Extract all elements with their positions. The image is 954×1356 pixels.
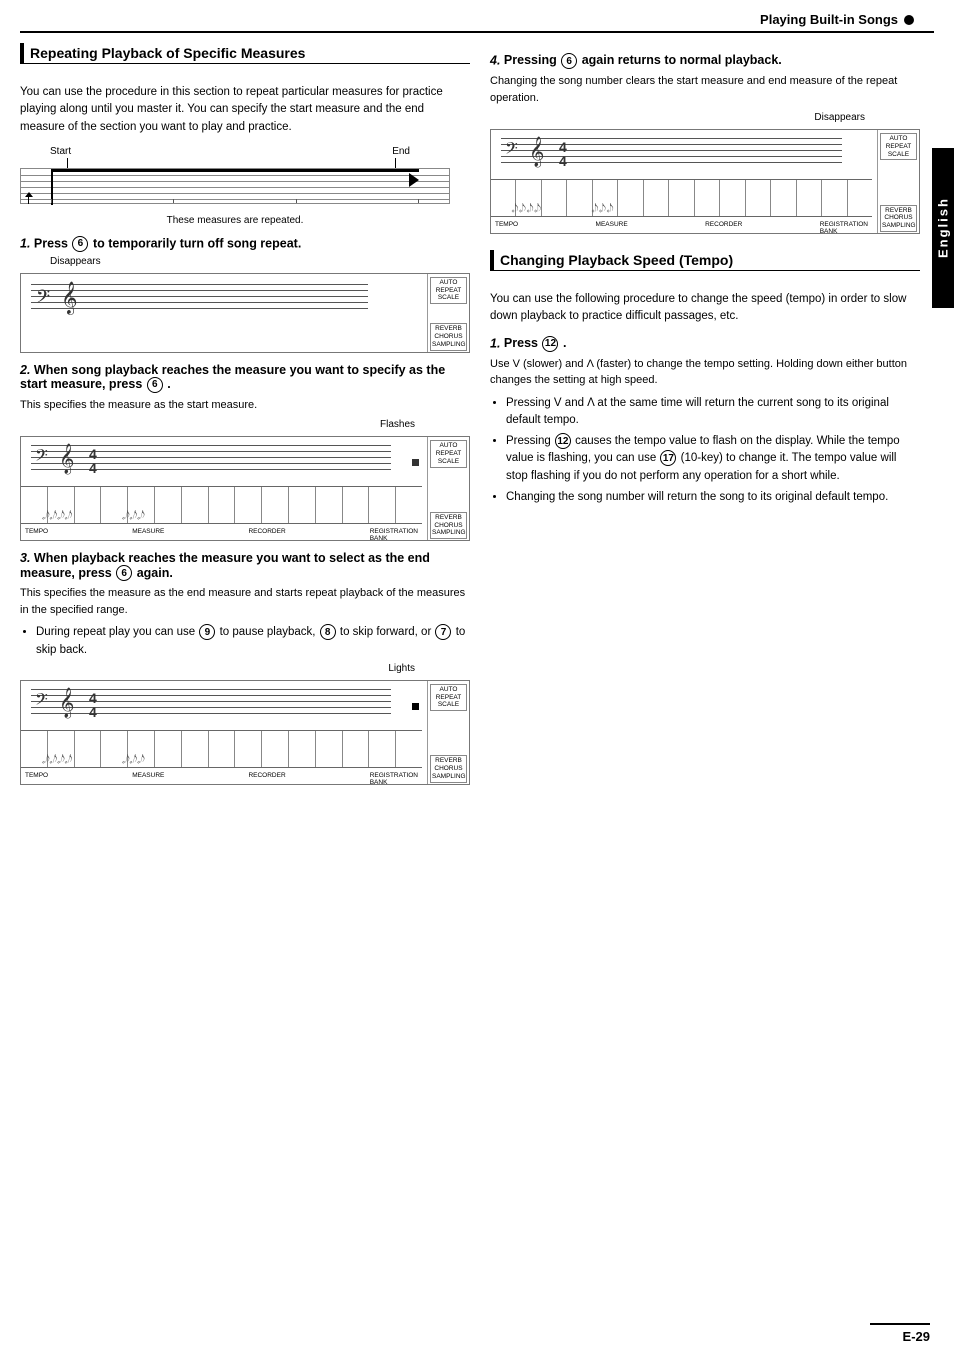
- step2-num: 2.: [20, 363, 30, 377]
- label-these: These measures are repeated.: [20, 215, 450, 226]
- right-column: 4. Pressing 6 again returns to normal pl…: [490, 43, 920, 795]
- step4-sub: Changing the song number clears the star…: [490, 73, 920, 106]
- section2-heading: Changing Playback Speed (Tempo): [490, 250, 920, 271]
- left-column: Repeating Playback of Specific Measures …: [20, 43, 470, 795]
- step3-lights: Lights: [20, 663, 415, 674]
- page-number: E-29: [870, 1323, 930, 1344]
- section1-intro: You can use the procedure in this sectio…: [20, 84, 470, 136]
- step-t1-bullet3: Changing the song number will return the…: [506, 489, 920, 506]
- step3-b1-num1: 9: [199, 624, 215, 640]
- step2-side-reverb: REVERB CHORUS SAMPLING: [430, 512, 467, 539]
- step3-heading: 3. When playback reaches the measure you…: [20, 551, 470, 581]
- step3-bullets: During repeat play you can use 9 to paus…: [36, 624, 470, 659]
- section1-heading: Repeating Playback of Specific Measures: [20, 43, 470, 64]
- sidebar-english-label: English: [932, 148, 954, 308]
- step4-text: Pressing 6 again returns to normal playb…: [504, 53, 782, 67]
- repeat-diagram: Start End: [20, 146, 470, 226]
- section2-intro: You can use the following procedure to c…: [490, 291, 920, 326]
- step2-side-labels: AUTO REPEAT SCALE REVERB CHORUS SAMPLING: [427, 437, 469, 541]
- step4-disappears: Disappears: [490, 112, 865, 123]
- step4-diagram: 𝄢 𝄞 44: [490, 129, 920, 234]
- step1-text-after: to temporarily turn off song repeat.: [93, 236, 301, 250]
- step3-side-auto: AUTO REPEAT SCALE: [430, 684, 467, 711]
- step3-b1-num2: 8: [320, 624, 336, 640]
- step1-circled: 6: [72, 236, 88, 252]
- step2-flashes: Flashes: [20, 419, 415, 430]
- label-end: End: [392, 146, 410, 157]
- step-t1-num: 1.: [490, 336, 500, 350]
- step1-side-labels: AUTO REPEAT SCALE REVERB CHORUS SAMPLING: [427, 274, 469, 353]
- step2-side-auto: AUTO REPEAT SCALE: [430, 440, 467, 467]
- step3-circled: 6: [116, 565, 132, 581]
- step-t1-sub: Use V (slower) and Λ (faster) to change …: [490, 356, 920, 389]
- step3-num: 3.: [20, 551, 30, 565]
- step1-text: Press: [34, 236, 72, 250]
- page-header: Playing Built-in Songs: [20, 8, 934, 33]
- step3-side-reverb: REVERB CHORUS SAMPLING: [430, 755, 467, 782]
- step2-text: When song playback reaches the measure y…: [20, 363, 445, 391]
- section2-heading-wrapper: Changing Playback Speed (Tempo): [490, 250, 920, 279]
- step-t1-bullet1: Pressing V and Λ at the same time will r…: [506, 395, 920, 430]
- step4-circled: 6: [561, 53, 577, 69]
- step2-sub: This specifies the measure as the start …: [20, 397, 470, 414]
- header-title: Playing Built-in Songs: [760, 12, 898, 27]
- step4-side-reverb: REVERB CHORUS SAMPLING: [880, 205, 917, 232]
- step4-num: 4.: [490, 53, 500, 67]
- step1-diagram: 𝄢 𝄞 AUTO REPEAT SCALE REVERB CHORUS SAMP…: [20, 273, 470, 353]
- step1-side-auto-repeat-scale: AUTO REPEAT SCALE: [430, 277, 467, 304]
- step-t1-bullets: Pressing V and Λ at the same time will r…: [506, 395, 920, 507]
- step4-side-labels: AUTO REPEAT SCALE REVERB CHORUS SAMPLING: [877, 130, 919, 234]
- step4-heading: 4. Pressing 6 again returns to normal pl…: [490, 53, 920, 69]
- step1-num: 1.: [20, 236, 30, 250]
- step-t1-text: Press 12 .: [504, 336, 567, 350]
- step3-bullet1: During repeat play you can use 9 to paus…: [36, 624, 470, 659]
- step1-disappears: Disappears: [50, 256, 470, 267]
- step3-b1-num3: 7: [435, 624, 451, 640]
- step-t1-b2-num2: 17: [660, 450, 676, 466]
- step2-heading: 2. When song playback reaches the measur…: [20, 363, 470, 393]
- step3-side-labels: AUTO REPEAT SCALE REVERB CHORUS SAMPLING: [427, 681, 469, 785]
- step-t1-bullet2: Pressing 12 causes the tempo value to fl…: [506, 433, 920, 485]
- step1-side-reverb: REVERB CHORUS SAMPLING: [430, 323, 467, 350]
- step-t1-heading: 1. Press 12 .: [490, 336, 920, 352]
- step2-circled: 6: [147, 377, 163, 393]
- label-start: Start: [50, 146, 71, 157]
- step2-diagram: 𝄢 𝄞 44: [20, 436, 470, 541]
- section1-heading-wrapper: Repeating Playback of Specific Measures: [20, 43, 470, 72]
- step1-heading: 1. Press 6 to temporarily turn off song …: [20, 236, 470, 252]
- header-dot: [904, 15, 914, 25]
- main-content: Repeating Playback of Specific Measures …: [0, 33, 954, 815]
- step4-side-auto: AUTO REPEAT SCALE: [880, 133, 917, 160]
- step3-sub: This specifies the measure as the end me…: [20, 585, 470, 618]
- step3-diagram: 𝄢 𝄞 44: [20, 680, 470, 785]
- step-t1-b2-num1: 12: [555, 433, 571, 449]
- step-t1-circled: 12: [542, 336, 558, 352]
- step3-text: When playback reaches the measure you wa…: [20, 551, 430, 579]
